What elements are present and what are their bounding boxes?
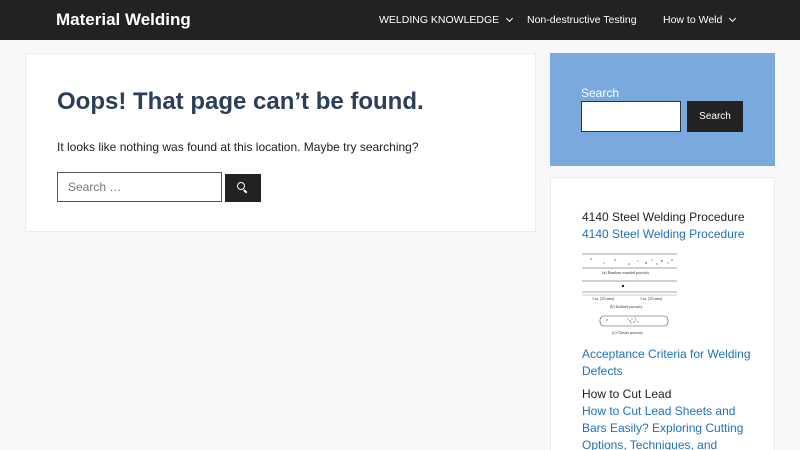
sidebar-search-widget: Search Search xyxy=(550,53,775,166)
sidebar-search-button[interactable]: Search xyxy=(687,101,743,132)
sidebar-posts-widget: 4140 Steel Welding Procedure 4140 Steel … xyxy=(550,177,775,450)
site-header: Material Welding WELDING KNOWLEDGE Non-d… xyxy=(0,0,800,40)
thumbnail-caption: (b) Isolated porosity xyxy=(610,304,642,309)
search-icon xyxy=(237,182,249,194)
nav-item-how-to-weld[interactable]: How to Weld xyxy=(663,12,737,28)
post-link[interactable]: How to Cut Lead Sheets and Bars Easily? … xyxy=(582,403,752,450)
nav-item-welding-knowledge[interactable]: WELDING KNOWLEDGE xyxy=(379,12,514,28)
post-link[interactable]: 4140 Steel Welding Procedure xyxy=(582,226,752,243)
thumbnail-caption: (c) Cluster porosity xyxy=(612,330,643,335)
not-found-message: It looks like nothing was found at this … xyxy=(57,140,419,154)
nav-item-non-destructive-testing[interactable]: Non-destructive Testing xyxy=(527,12,637,28)
search-button[interactable] xyxy=(225,174,261,202)
not-found-card: Oops! That page can’t be found. It looks… xyxy=(25,53,536,232)
thumbnail-caption: (a) Random rounded porosity xyxy=(602,270,649,275)
nav-item-label: How to Weld xyxy=(663,14,723,26)
sidebar-search-input[interactable] xyxy=(581,101,681,132)
page-title: Oops! That page can’t be found. xyxy=(57,88,424,115)
post-link[interactable]: Acceptance Criteria for Welding Defects xyxy=(582,346,752,380)
nav-item-label: Non-destructive Testing xyxy=(527,14,637,26)
chevron-down-icon xyxy=(506,14,514,23)
thumbnail-dimension: 1 in. (25 mm) xyxy=(592,296,615,301)
sidebar-search-label: Search xyxy=(581,86,620,100)
search-input[interactable] xyxy=(57,172,222,202)
porosity-diagram-thumbnail[interactable]: (a) Random rounded porosity 1 in. (25 mm… xyxy=(582,252,677,340)
thumbnail-dimension: 1 in. (25 mm) xyxy=(640,296,663,301)
site-title[interactable]: Material Welding xyxy=(56,10,191,30)
post-heading: 4140 Steel Welding Procedure xyxy=(582,210,745,224)
chevron-down-icon xyxy=(729,14,737,23)
post-heading: How to Cut Lead xyxy=(582,387,672,401)
nav-item-label: WELDING KNOWLEDGE xyxy=(379,14,500,26)
